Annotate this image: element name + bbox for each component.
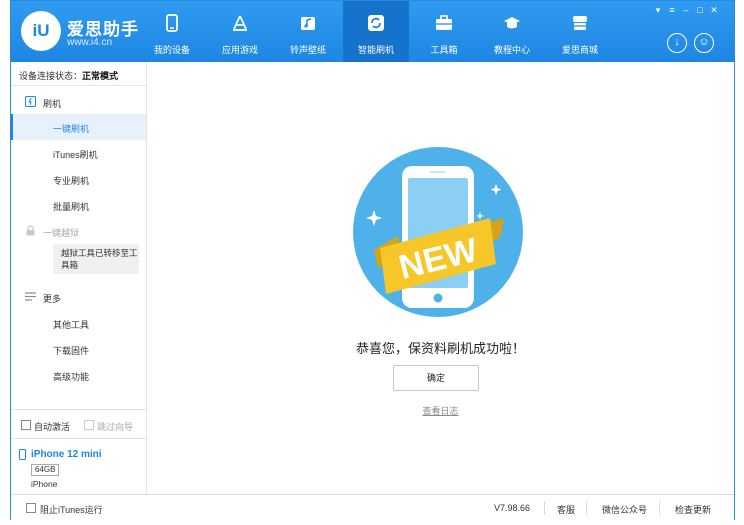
app-logo: iU xyxy=(21,11,61,51)
nav-ringtones[interactable]: 铃声壁纸 xyxy=(275,1,341,62)
status-bar: 阻止iTunes运行 V7.98.66 客服 微信公众号 检查更新 xyxy=(11,494,734,520)
divider xyxy=(659,501,660,515)
device-info: iPhone 12 mini 64GB iPhone xyxy=(11,440,146,494)
more-group: 更多 xyxy=(11,285,146,309)
main-content: NEW 恭喜您，保资料刷机成功啦！ 确定 查看日志 xyxy=(147,62,734,494)
flash-group: 刷机 xyxy=(11,90,146,114)
block-itunes-label: 阻止iTunes运行 xyxy=(40,505,103,515)
new-phone-illustration: NEW xyxy=(353,147,523,317)
toolbox-icon xyxy=(436,15,452,30)
activation-options: 自动激活 跳过向导 xyxy=(11,409,146,439)
jailbreak-group-label: 一键越狱 xyxy=(43,228,80,238)
version-label: V7.98.66 xyxy=(494,503,531,513)
phone-icon xyxy=(19,449,26,460)
device-name: iPhone 12 mini xyxy=(31,449,102,460)
skin-menu-icon[interactable]: ▾ xyxy=(652,4,664,16)
store-icon xyxy=(573,16,587,30)
sidebar-item-download-firmware[interactable]: 下载固件 xyxy=(11,336,146,362)
nav-label: 工具箱 xyxy=(430,45,458,55)
jailbreak-note: 越狱工具已转移至工具箱 xyxy=(53,244,139,274)
nav-label: 铃声壁纸 xyxy=(289,45,326,55)
ringtone-icon xyxy=(301,17,315,30)
jailbreak-group: 一键越狱 xyxy=(11,219,146,243)
more-group-label: 更多 xyxy=(43,294,62,304)
maximize-icon[interactable]: □ xyxy=(694,4,706,16)
check-update-link[interactable]: 检查更新 xyxy=(675,503,711,516)
skip-guide-label: 跳过向导 xyxy=(97,422,134,432)
flash-group-label: 刷机 xyxy=(43,99,62,109)
flash-group-icon xyxy=(25,96,36,107)
device-storage: 64GB xyxy=(31,464,60,476)
status-label: 设备连接状态： xyxy=(19,71,83,81)
nav-my-device[interactable]: 我的设备 xyxy=(139,1,205,62)
app-url: www.i4.cn xyxy=(67,37,113,48)
download-icon[interactable]: ↓ xyxy=(667,33,687,53)
close-icon[interactable]: ✕ xyxy=(708,4,720,16)
success-message: 恭喜您，保资料刷机成功啦！ xyxy=(355,341,525,356)
app-window: iU 爱思助手 www.i4.cn 我的设备 应用游戏 铃声壁纸 智能刷机 工具… xyxy=(10,0,735,520)
nav-smart-flash[interactable]: 智能刷机 xyxy=(343,1,409,62)
sidebar-item-itunes-flash[interactable]: iTunes刷机 xyxy=(11,140,146,166)
nav-label: 应用游戏 xyxy=(221,45,258,55)
top-bar: iU 爱思助手 www.i4.cn 我的设备 应用游戏 铃声壁纸 智能刷机 工具… xyxy=(11,1,734,62)
auto-activate-checkbox[interactable] xyxy=(21,420,31,430)
view-log-link[interactable]: 查看日志 xyxy=(147,404,734,417)
confirm-button[interactable]: 确定 xyxy=(393,365,479,391)
nav-toolbox[interactable]: 工具箱 xyxy=(411,1,477,62)
nav-label: 爱思商城 xyxy=(561,45,598,55)
support-link[interactable]: 客服 xyxy=(557,503,575,516)
lock-icon xyxy=(26,225,35,236)
nav-label: 我的设备 xyxy=(153,45,190,55)
phone-icon xyxy=(166,14,178,32)
status-value: 正常模式 xyxy=(82,71,119,81)
sidebar-item-one-click-flash[interactable]: 一键刷机 xyxy=(11,114,146,140)
skip-guide-checkbox[interactable] xyxy=(84,420,94,430)
divider xyxy=(586,501,587,515)
sidebar-item-batch-flash[interactable]: 批量刷机 xyxy=(11,192,146,218)
block-itunes-checkbox[interactable] xyxy=(26,503,36,513)
auto-activate-label: 自动激活 xyxy=(34,422,71,432)
nav-apps-games[interactable]: 应用游戏 xyxy=(207,1,273,62)
connection-status: 设备连接状态：正常模式 xyxy=(11,62,146,86)
sidebar-item-advanced[interactable]: 高级功能 xyxy=(11,362,146,388)
device-type: iPhone xyxy=(31,479,58,489)
divider xyxy=(544,501,545,515)
app-store-icon xyxy=(233,15,247,31)
nav-tutorials[interactable]: 教程中心 xyxy=(479,1,545,62)
nav-label: 智能刷机 xyxy=(357,45,394,55)
menu-lines-icon xyxy=(25,292,36,301)
user-icon[interactable]: ☺ xyxy=(694,33,714,53)
sidebar-item-other-tools[interactable]: 其他工具 xyxy=(11,310,146,336)
flash-icon xyxy=(368,15,384,31)
tutorial-icon xyxy=(504,17,520,29)
minimize-icon[interactable]: – xyxy=(680,4,692,16)
sidebar-item-pro-flash[interactable]: 专业刷机 xyxy=(11,166,146,192)
wechat-link[interactable]: 微信公众号 xyxy=(602,503,647,516)
nav-store[interactable]: 爱思商城 xyxy=(547,1,613,62)
nav-label: 教程中心 xyxy=(493,45,530,55)
menu-icon[interactable]: ≡ xyxy=(666,4,678,16)
sidebar: 设备连接状态：正常模式 刷机 一键刷机 iTunes刷机 专业刷机 批量刷机 一… xyxy=(11,62,147,494)
